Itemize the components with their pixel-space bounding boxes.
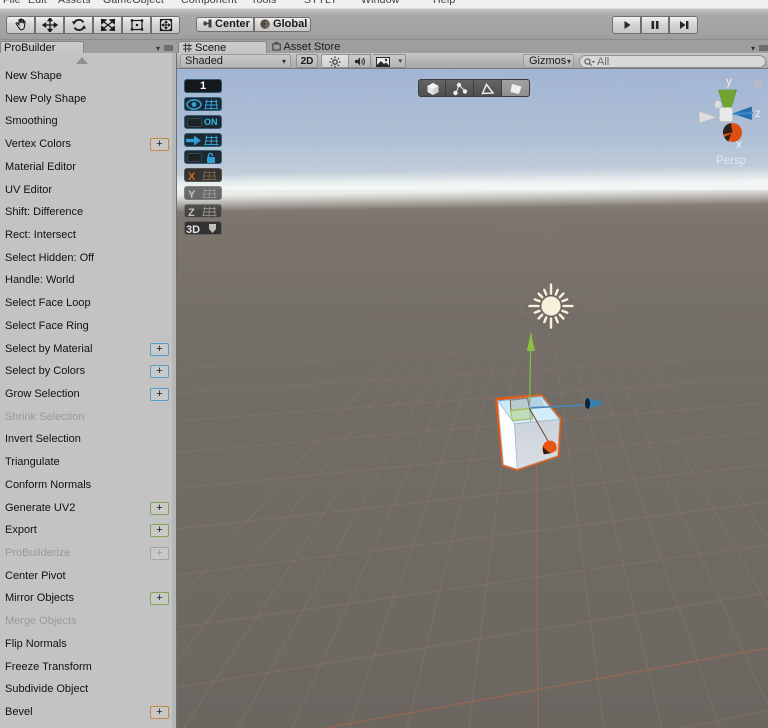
- svg-text:x: x: [736, 137, 742, 151]
- svg-text:y: y: [726, 74, 732, 88]
- svg-text:3D: 3D: [186, 224, 200, 235]
- svg-text:Z: Z: [188, 207, 195, 218]
- svg-text:Persp: Persp: [716, 155, 746, 167]
- svg-text:z: z: [755, 106, 761, 120]
- svg-text:Y: Y: [188, 189, 196, 200]
- svg-text:X: X: [188, 171, 196, 182]
